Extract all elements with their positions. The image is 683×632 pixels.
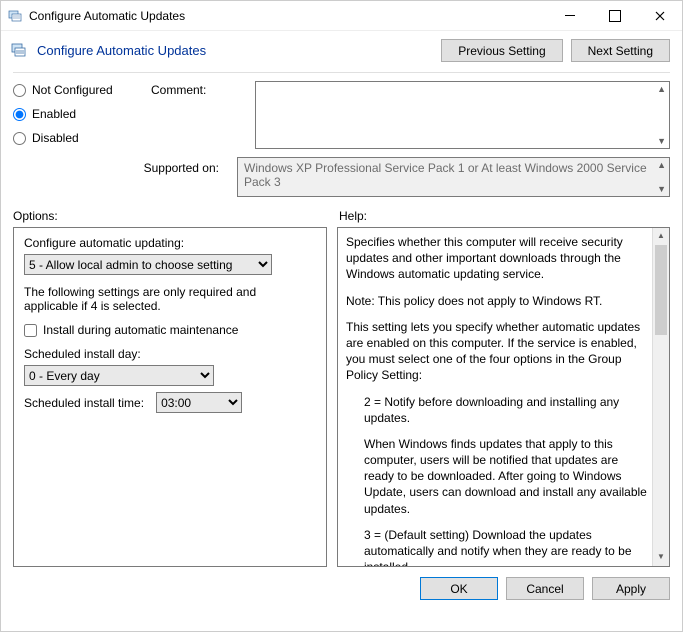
help-panel: Specifies whether this computer will rec… [337,227,670,567]
help-text: 3 = (Default setting) Download the updat… [346,527,647,567]
app-icon [7,8,23,24]
help-text: Note: This policy does not apply to Wind… [346,293,647,309]
comment-textarea[interactable]: ▲ ▼ [255,81,670,149]
scroll-down-icon: ▼ [657,184,666,194]
install-maintenance-checkbox[interactable]: Install during automatic maintenance [24,323,316,337]
comment-label: Comment: [151,81,245,149]
help-text: When Windows finds updates that apply to… [346,436,647,517]
dialog-footer: OK Cancel Apply [1,567,682,610]
dialog-header: Configure Automatic Updates Previous Set… [1,31,682,68]
divider [13,72,670,73]
help-scrollbar[interactable]: ▲ ▼ [652,228,669,566]
radio-not-configured[interactable]: Not Configured [13,83,131,97]
configure-updating-label: Configure automatic updating: [24,236,316,250]
window-controls [547,1,682,31]
help-heading: Help: [339,209,367,223]
maximize-button[interactable] [592,1,637,31]
help-text: 2 = Notify before downloading and instal… [346,394,647,426]
scroll-down-icon: ▼ [657,136,666,146]
minimize-button[interactable] [547,1,592,31]
help-text: This setting lets you specify whether au… [346,319,647,384]
options-note: The following settings are only required… [24,285,304,313]
cancel-button[interactable]: Cancel [506,577,584,600]
radio-label: Enabled [32,107,76,121]
scheduled-time-label: Scheduled install time: [24,396,144,410]
configure-updating-select[interactable]: 5 - Allow local admin to choose setting [24,254,272,275]
radio-label: Not Configured [32,83,113,97]
scroll-up-icon[interactable]: ▲ [653,228,669,245]
apply-button[interactable]: Apply [592,577,670,600]
radio-enabled[interactable]: Enabled [13,107,131,121]
supported-on-value: Windows XP Professional Service Pack 1 o… [244,161,647,189]
ok-button[interactable]: OK [420,577,498,600]
state-radio-group: Not Configured Enabled Disabled [13,81,131,149]
scroll-down-icon[interactable]: ▼ [653,549,669,566]
close-button[interactable] [637,1,682,31]
supported-on-text: Windows XP Professional Service Pack 1 o… [237,157,670,197]
scheduled-time-select[interactable]: 03:00 [156,392,242,413]
radio-disabled[interactable]: Disabled [13,131,131,145]
options-heading: Options: [13,209,323,223]
policy-icon [9,41,29,61]
scroll-up-icon: ▲ [657,84,666,94]
help-text: Specifies whether this computer will rec… [346,234,647,283]
title-bar: Configure Automatic Updates [1,1,682,31]
scheduled-day-label: Scheduled install day: [24,347,316,361]
next-setting-button[interactable]: Next Setting [571,39,670,62]
previous-setting-button[interactable]: Previous Setting [441,39,562,62]
supported-on-label: Supported on: [13,157,227,197]
scroll-up-icon: ▲ [657,160,666,170]
scheduled-day-select[interactable]: 0 - Every day [24,365,214,386]
checkbox-label: Install during automatic maintenance [43,323,238,337]
options-panel: Configure automatic updating: 5 - Allow … [13,227,327,567]
dialog-title: Configure Automatic Updates [37,43,206,58]
scroll-thumb[interactable] [655,245,667,335]
window-title: Configure Automatic Updates [29,9,547,23]
radio-label: Disabled [32,131,79,145]
